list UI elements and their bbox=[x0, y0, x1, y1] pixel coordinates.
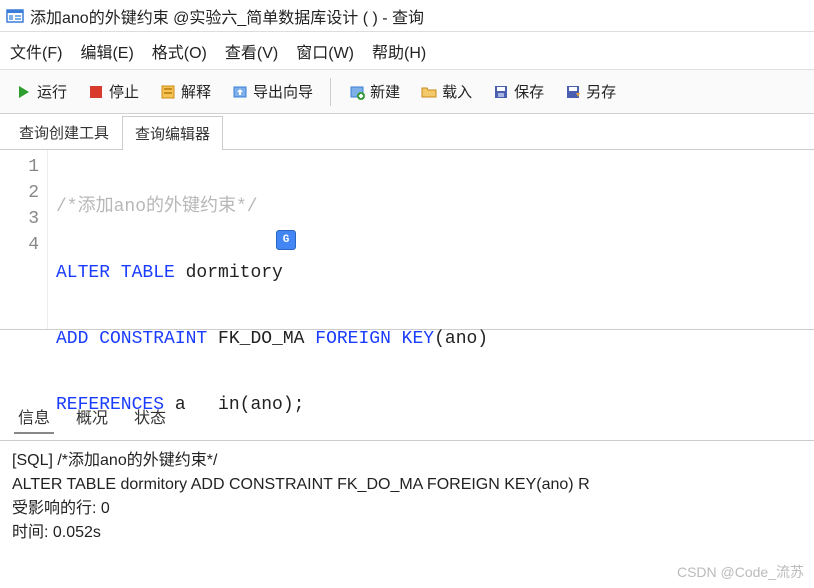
toolbar-separator bbox=[330, 78, 331, 106]
menu-file[interactable]: 文件(F) bbox=[10, 39, 62, 63]
sql-editor[interactable]: 1 2 3 4 /*添加ano的外键约束*/ ALTER TABLE dormi… bbox=[0, 150, 814, 330]
export-icon bbox=[231, 83, 249, 101]
code-area[interactable]: /*添加ano的外键约束*/ ALTER TABLE dormitory ADD… bbox=[48, 150, 814, 329]
saveas-label: 另存 bbox=[586, 81, 616, 102]
run-label: 运行 bbox=[37, 81, 67, 102]
identifier: (ano) bbox=[434, 329, 488, 349]
menu-help[interactable]: 帮助(H) bbox=[372, 39, 426, 63]
new-icon bbox=[348, 83, 366, 101]
titlebar-text: 添加ano的外键约束 @实验六_简单数据库设计 ( ) - 查询 bbox=[30, 4, 424, 28]
watermark: CSDN @Code_流苏 bbox=[677, 562, 804, 582]
explain-icon bbox=[159, 83, 177, 101]
output-line: 受影响的行: 0 bbox=[12, 497, 802, 521]
menubar: 文件(F) 编辑(E) 格式(O) 查看(V) 窗口(W) 帮助(H) bbox=[0, 32, 814, 70]
menu-window[interactable]: 窗口(W) bbox=[296, 39, 354, 63]
output-line: 时间: 0.052s bbox=[12, 521, 802, 545]
tab-info[interactable]: 信息 bbox=[14, 400, 54, 434]
code-line-4: REFERENCES a in(ano); bbox=[56, 392, 808, 418]
keyword: ADD CONSTRAINT bbox=[56, 329, 207, 349]
gutter-line: 3 bbox=[0, 206, 39, 232]
stop-icon bbox=[87, 83, 105, 101]
load-button[interactable]: 载入 bbox=[413, 76, 479, 107]
save-icon bbox=[492, 83, 510, 101]
tab-query-editor[interactable]: 查询编辑器 bbox=[122, 116, 223, 150]
editor-tabs: 查询创建工具 查询编辑器 bbox=[0, 114, 814, 150]
explain-label: 解释 bbox=[181, 81, 211, 102]
translate-overlay-icon[interactable]: G bbox=[276, 230, 296, 250]
code-line-2: ALTER TABLE dormitory bbox=[56, 260, 808, 286]
comment-text: /*添加ano的外键约束*/ bbox=[56, 197, 258, 217]
play-icon bbox=[15, 83, 33, 101]
identifier: FK_DO_MA bbox=[207, 329, 315, 349]
keyword: FOREIGN KEY bbox=[315, 329, 434, 349]
export-button[interactable]: 导出向导 bbox=[224, 76, 320, 107]
identifier: a bbox=[164, 395, 186, 415]
gutter-line: 4 bbox=[0, 232, 39, 258]
stop-label: 停止 bbox=[109, 81, 139, 102]
saveas-icon bbox=[564, 83, 582, 101]
identifier: dormitory bbox=[175, 263, 283, 283]
save-label: 保存 bbox=[514, 81, 544, 102]
keyword: REFERENCES bbox=[56, 395, 164, 415]
load-label: 载入 bbox=[442, 81, 472, 102]
toolbar: 运行 停止 解释 导出向导 新建 载入 保存 另存 bbox=[0, 70, 814, 114]
code-line-3: ADD CONSTRAINT FK_DO_MA FOREIGN KEY(ano) bbox=[56, 326, 808, 352]
stop-button[interactable]: 停止 bbox=[80, 76, 146, 107]
line-gutter: 1 2 3 4 bbox=[0, 150, 48, 329]
save-button[interactable]: 保存 bbox=[485, 76, 551, 107]
menu-edit[interactable]: 编辑(E) bbox=[80, 39, 133, 63]
menu-format[interactable]: 格式(O) bbox=[152, 39, 207, 63]
keyword: ALTER TABLE bbox=[56, 263, 175, 283]
run-button[interactable]: 运行 bbox=[8, 76, 74, 107]
export-label: 导出向导 bbox=[253, 81, 313, 102]
folder-icon bbox=[420, 83, 438, 101]
gutter-line: 1 bbox=[0, 154, 39, 180]
tab-query-builder[interactable]: 查询创建工具 bbox=[6, 115, 122, 149]
explain-button[interactable]: 解释 bbox=[152, 76, 218, 107]
titlebar: 添加ano的外键约束 @实验六_简单数据库设计 ( ) - 查询 bbox=[0, 0, 814, 32]
menu-view[interactable]: 查看(V) bbox=[225, 39, 278, 63]
new-label: 新建 bbox=[370, 81, 400, 102]
gutter-line: 2 bbox=[0, 180, 39, 206]
query-window-icon bbox=[6, 7, 24, 25]
new-button[interactable]: 新建 bbox=[341, 76, 407, 107]
saveas-button[interactable]: 另存 bbox=[557, 76, 623, 107]
identifier: in(ano); bbox=[186, 395, 305, 415]
code-line-1: /*添加ano的外键约束*/ bbox=[56, 194, 808, 220]
